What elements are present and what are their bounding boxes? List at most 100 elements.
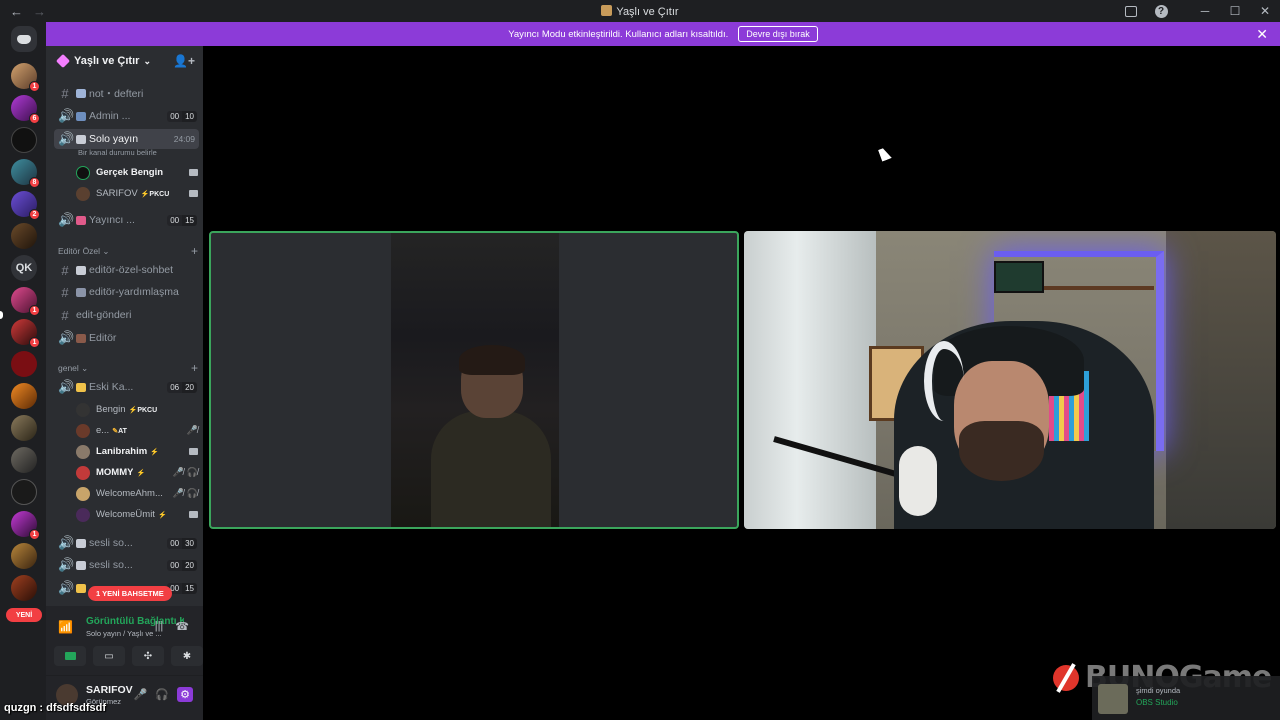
activity-thumbnail	[1098, 684, 1128, 714]
avatar	[76, 465, 90, 480]
server-icon[interactable]	[11, 479, 37, 505]
boost-icon	[55, 53, 71, 69]
activity-app: OBS Studio	[1136, 698, 1178, 707]
voice-user[interactable]: Gerçek Bengin	[76, 163, 198, 182]
banner-close-icon[interactable]: ✕	[1256, 26, 1268, 43]
channel-eski-ka[interactable]: 🔊 Eski Ka... 06 20	[54, 377, 199, 397]
server-icon[interactable]: QK	[11, 255, 37, 281]
server-icon[interactable]	[11, 383, 37, 409]
gear-icon[interactable]: ⚙	[177, 687, 193, 702]
banner-text: Yayıncı Modu etkinleştirildi. Kullanıcı …	[508, 28, 729, 40]
forward-arrow-icon[interactable]: →	[33, 4, 46, 19]
server-icon[interactable]: 1	[11, 511, 40, 540]
add-channel-icon[interactable]: +	[191, 244, 198, 258]
camera-button[interactable]	[54, 646, 86, 666]
voice-user[interactable]: WelcomeÜmit ⚡	[76, 505, 198, 524]
video-tile-speaking[interactable]	[209, 231, 739, 529]
call-timer: 24:09	[173, 134, 195, 144]
inbox-button[interactable]	[1116, 0, 1146, 22]
server-icon[interactable]	[11, 415, 37, 441]
discord-home-button[interactable]	[11, 26, 37, 52]
activity-card[interactable]: şimdi oyunda OBS Studio	[1092, 676, 1280, 720]
speaker-icon: 🔊	[58, 580, 75, 595]
username[interactable]: SARIFOV	[86, 684, 133, 696]
new-unreads-pill[interactable]: YENİ	[6, 608, 42, 622]
server-icon[interactable]	[11, 575, 37, 601]
category-genel[interactable]: genel ⌄ +	[58, 361, 198, 375]
server-icon[interactable]: 2	[11, 191, 40, 220]
channel-admin[interactable]: 🔊 Admin ... 00 10	[54, 106, 199, 126]
headphones-icon[interactable]: 🎧	[155, 688, 169, 701]
microphone-icon[interactable]: 🎤	[134, 688, 148, 701]
maximize-button[interactable]: ☐	[1220, 0, 1250, 22]
person-icon	[76, 111, 86, 121]
camera-emoji-icon	[76, 134, 86, 144]
server-icon[interactable]	[11, 127, 37, 153]
speaker-icon: 🔊	[58, 212, 75, 227]
voice-activity-icon: 🔊	[58, 131, 75, 146]
disconnect-icon[interactable]: ☎	[175, 620, 189, 633]
folder-icon	[76, 382, 86, 392]
server-icon[interactable]: 6	[11, 95, 40, 124]
server-icon[interactable]: 1	[11, 319, 40, 348]
beer-icon	[76, 538, 86, 548]
channel-not-defteri[interactable]: # not・defteri	[54, 83, 199, 103]
voice-user[interactable]: WelcomeAhm... 🎤̸ 🎧̸	[76, 484, 198, 503]
screen-share-button[interactable]: ▭	[93, 646, 125, 666]
channel-edit-gonderi[interactable]: # edit-gönderi	[54, 305, 199, 325]
voice-user[interactable]: SARIFOV ⚡PKCU	[76, 184, 198, 203]
server-icon[interactable]	[11, 447, 37, 473]
muted-icon: 🎤̸	[172, 467, 184, 477]
add-channel-icon[interactable]: +	[191, 361, 198, 375]
server-icon[interactable]: 8	[11, 159, 40, 188]
server-icon[interactable]	[11, 223, 37, 249]
server-icon[interactable]	[11, 351, 37, 377]
voice-user[interactable]: e... ✎AT 🎤̸	[76, 421, 198, 440]
avatar	[76, 186, 90, 201]
activities-button[interactable]: ✣	[132, 646, 164, 666]
server-header[interactable]: Yaşlı ve Çıtır ⌄ 👤+	[46, 46, 203, 76]
server-icon[interactable]	[11, 543, 37, 569]
new-mention-pill[interactable]: 1 YENİ BAHSETME	[88, 586, 172, 601]
soundboard-button[interactable]: ✱	[171, 646, 203, 666]
user-count: 06 20	[167, 381, 197, 393]
voice-activity-icon: 🔊	[58, 379, 75, 394]
signal-icon[interactable]: 📶	[58, 620, 73, 634]
channel-yayinci[interactable]: 🔊 Yayıncı ... 00 15	[54, 210, 199, 230]
disable-streamer-mode-button[interactable]: Devre dışı bırak	[738, 26, 818, 42]
invite-people-icon[interactable]: 👤+	[173, 54, 195, 68]
category-editor-ozel[interactable]: Editör Özel ⌄ +	[58, 244, 198, 258]
chevron-down-icon: ⌄	[143, 55, 151, 66]
stream-overlay-text: quzgn : dfsdfsdfsdf	[4, 702, 107, 714]
channel-editor[interactable]: 🔊 Editör	[54, 328, 199, 348]
back-arrow-icon[interactable]: ←	[10, 4, 23, 19]
mention-badge: 8	[29, 177, 40, 188]
hashtag-icon: #	[61, 262, 69, 278]
close-window-button[interactable]: ✕	[1250, 0, 1280, 22]
clan-tag: ⚡	[157, 511, 167, 519]
noise-suppression-icon[interactable]: |||	[155, 620, 164, 633]
window-title: Yaşlı ve Çıtır	[0, 4, 1280, 18]
channel-status[interactable]: Bir kanal durumu belirle	[78, 148, 157, 157]
channel-editor-yardimlasma[interactable]: # editör-yardımlaşma	[54, 282, 199, 302]
voice-user[interactable]: Lanibrahim ⚡	[76, 442, 198, 461]
voice-user[interactable]: MOMMY ⚡ 🎤̸ 🎧̸	[76, 463, 198, 482]
minimize-button[interactable]: ─	[1190, 0, 1220, 22]
channel-sesli-sohbet-1[interactable]: 🔊 sesli so... 00 30	[54, 533, 199, 553]
user-count: 00 15	[167, 214, 197, 226]
channel-editor-ozel-sohbet[interactable]: # editör-özel-sohbet	[54, 260, 199, 280]
server-icon[interactable]: 1	[11, 63, 40, 92]
channel-sesli-sohbet-2[interactable]: 🔊 sesli so... 00 20	[54, 555, 199, 575]
user-count: 00 20	[167, 559, 197, 571]
server-icon[interactable]: 1	[11, 287, 40, 316]
beer-icon	[76, 560, 86, 570]
video-tile[interactable]	[744, 231, 1276, 529]
channel-solo-yayin[interactable]: 🔊 Solo yayın 24:09	[54, 129, 199, 149]
avatar	[76, 507, 90, 522]
webcam-feed	[391, 233, 559, 527]
clan-tag: ⚡	[136, 469, 146, 477]
heart-icon	[76, 215, 86, 225]
voice-user[interactable]: Bengin ⚡PKCU	[76, 400, 198, 419]
camera-icon	[64, 652, 76, 660]
help-button[interactable]: ?	[1146, 0, 1176, 22]
